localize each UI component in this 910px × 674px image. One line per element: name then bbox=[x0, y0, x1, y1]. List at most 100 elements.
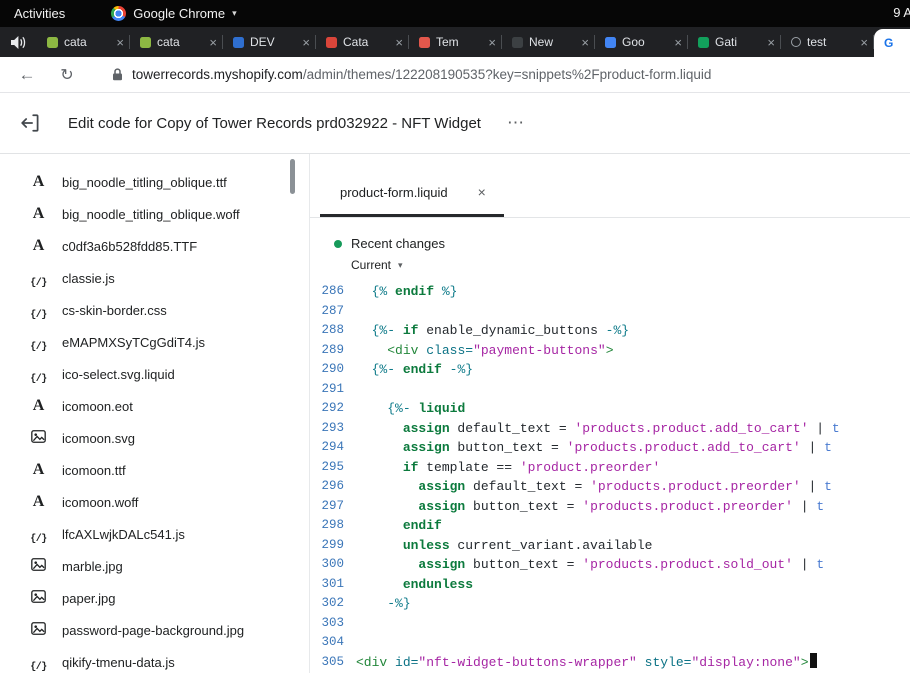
browser-tab[interactable]: cata× bbox=[37, 27, 130, 57]
code-line[interactable]: 300 assign button_text = 'products.produ… bbox=[310, 555, 910, 575]
file-item[interactable]: {/} eMAPMXSyTCgGdiT4.js bbox=[0, 326, 309, 358]
tab-close-icon[interactable]: × bbox=[767, 35, 775, 50]
code-line[interactable]: 299 unless current_variant.available bbox=[310, 536, 910, 556]
code-line[interactable]: 304 bbox=[310, 633, 910, 653]
file-item[interactable]: paper.jpg bbox=[0, 582, 309, 614]
browser-tab[interactable]: Cata × bbox=[316, 27, 409, 57]
editor-tab-product-form[interactable]: product-form.liquid × bbox=[320, 172, 504, 217]
file-item[interactable]: {/}ico-select.svg.liquid bbox=[0, 358, 309, 390]
page-title: Edit code for Copy of Tower Records prd0… bbox=[68, 115, 481, 132]
file-item[interactable]: {/}cs-skin-border.css bbox=[0, 294, 309, 326]
code-file-icon: {/} bbox=[30, 374, 47, 385]
browser-tabstrip-bar: cata×cata×DEV×Cata×Tem×New×Goo×Gati×test… bbox=[0, 27, 910, 57]
browser-tab[interactable]: Goo × bbox=[595, 27, 688, 57]
tab-close-icon[interactable]: × bbox=[395, 35, 403, 50]
browser-tab-title: Goo bbox=[622, 35, 668, 49]
file-item[interactable]: icomoon.svg bbox=[0, 422, 309, 454]
active-app-indicator[interactable]: Google Chrome ▾ bbox=[111, 6, 236, 21]
file-item[interactable]: {/}classie.js bbox=[0, 262, 309, 294]
code-line[interactable]: 302 -%} bbox=[310, 594, 910, 614]
file-item[interactable]: Abig_noodle_titling_oblique.ttf bbox=[0, 166, 309, 198]
reload-button[interactable]: ↻ bbox=[54, 65, 80, 85]
line-text: assign default_text = 'products.product.… bbox=[356, 419, 840, 439]
shopify-favicon bbox=[140, 37, 151, 48]
file-item[interactable]: Aicomoon.woff bbox=[0, 486, 309, 518]
site-favicon bbox=[419, 37, 430, 48]
exit-code-editor-icon[interactable] bbox=[20, 112, 42, 134]
code-line[interactable]: 288 {%- if enable_dynamic_buttons -%} bbox=[310, 321, 910, 341]
address-bar[interactable]: towerrecords.myshopify.com/admin/themes/… bbox=[132, 67, 711, 82]
tab-close-icon[interactable]: × bbox=[209, 35, 217, 50]
file-name: c0df3a6b528fdd85.TTF bbox=[62, 239, 197, 254]
version-dropdown[interactable]: Current ▾ bbox=[351, 258, 910, 272]
browser-tab[interactable]: DEV× bbox=[223, 27, 316, 57]
code-line[interactable]: 297 assign button_text = 'products.produ… bbox=[310, 497, 910, 517]
browser-tab[interactable]: Tem × bbox=[409, 27, 502, 57]
active-app-name: Google Chrome bbox=[133, 6, 225, 21]
recent-changes-label: Recent changes bbox=[351, 236, 445, 251]
code-line[interactable]: 303 bbox=[310, 614, 910, 634]
code-line[interactable]: 298 endif bbox=[310, 516, 910, 536]
file-item[interactable]: marble.jpg bbox=[0, 550, 309, 582]
tab-close-icon[interactable]: × bbox=[302, 35, 310, 50]
code-line[interactable]: 292 {%- liquid bbox=[310, 399, 910, 419]
code-line[interactable]: 301 endunless bbox=[310, 575, 910, 595]
file-item[interactable]: {/}lfcAXLwjkDALc541.js bbox=[0, 518, 309, 550]
content-area: Abig_noodle_titling_oblique.ttfAbig_nood… bbox=[0, 154, 910, 673]
browser-tab[interactable]: New× bbox=[502, 27, 595, 57]
more-options-icon[interactable]: ⋯ bbox=[507, 113, 525, 133]
line-text: {%- if enable_dynamic_buttons -%} bbox=[356, 321, 629, 341]
browser-tab-title: Cata bbox=[343, 35, 389, 49]
code-file-icon: {/} bbox=[30, 342, 47, 353]
chrome-logo-icon bbox=[111, 6, 126, 21]
code-line[interactable]: 287 bbox=[310, 302, 910, 322]
file-name: icomoon.eot bbox=[62, 399, 133, 414]
code-line[interactable]: 293 assign default_text = 'products.prod… bbox=[310, 419, 910, 439]
browser-tab[interactable]: Gati× bbox=[688, 27, 781, 57]
sidebar-scrollbar[interactable] bbox=[290, 159, 295, 194]
line-text: assign button_text = 'products.product.a… bbox=[356, 438, 832, 458]
file-item[interactable]: Aicomoon.ttf bbox=[0, 454, 309, 486]
tab-close-icon[interactable]: × bbox=[478, 184, 486, 200]
file-item[interactable]: Abig_noodle_titling_oblique.woff bbox=[0, 198, 309, 230]
file-name: eMAPMXSyTCgGdiT4.js bbox=[62, 335, 205, 350]
font-file-icon: A bbox=[30, 493, 47, 511]
file-item[interactable]: Aicomoon.eot bbox=[0, 390, 309, 422]
tab-close-icon[interactable]: × bbox=[581, 35, 589, 50]
code-line[interactable]: 294 assign button_text = 'products.produ… bbox=[310, 438, 910, 458]
chevron-down-icon: ▾ bbox=[398, 260, 403, 271]
browser-tab[interactable]: G bbox=[874, 29, 910, 57]
browser-tab-title: Tem bbox=[436, 35, 482, 49]
file-item[interactable]: {/}qikify-tmenu-data.js bbox=[0, 646, 309, 673]
browser-tab[interactable]: test× bbox=[781, 27, 874, 57]
recent-changes-row: Recent changes bbox=[334, 236, 910, 251]
tab-close-icon[interactable]: × bbox=[116, 35, 124, 50]
browser-tab[interactable]: cata× bbox=[130, 27, 223, 57]
code-line[interactable]: 290 {%- endif -%} bbox=[310, 360, 910, 380]
code-line[interactable]: 295 if template == 'product.preorder' bbox=[310, 458, 910, 478]
file-name: classie.js bbox=[62, 271, 115, 286]
system-clock[interactable]: 9 A bbox=[893, 5, 910, 20]
line-text: -%} bbox=[356, 594, 411, 614]
code-line[interactable]: 296 assign default_text = 'products.prod… bbox=[310, 477, 910, 497]
file-name: big_noodle_titling_oblique.ttf bbox=[62, 175, 227, 190]
padlock-icon[interactable] bbox=[112, 68, 123, 81]
code-line[interactable]: 289 <div class="payment-buttons"> bbox=[310, 341, 910, 361]
file-item[interactable]: Ac0df3a6b528fdd85.TTF bbox=[0, 230, 309, 262]
font-file-icon: A bbox=[30, 461, 47, 479]
tab-close-icon[interactable]: × bbox=[860, 35, 868, 50]
code-editor-panel: product-form.liquid × Recent changes Cur… bbox=[310, 154, 910, 673]
line-number: 286 bbox=[310, 282, 356, 302]
line-number: 297 bbox=[310, 497, 356, 517]
code-line[interactable]: 286 {% endif %} bbox=[310, 282, 910, 302]
tab-close-icon[interactable]: × bbox=[674, 35, 682, 50]
code-line[interactable]: 291 bbox=[310, 380, 910, 400]
file-item[interactable]: password-page-background.jpg bbox=[0, 614, 309, 646]
code-line[interactable]: 305<div id="nft-widget-buttons-wrapper" … bbox=[310, 653, 910, 673]
code-editor[interactable]: 286 {% endif %}287288 {%- if enable_dyna… bbox=[310, 282, 910, 672]
back-button[interactable]: ← bbox=[14, 65, 40, 85]
activities-button[interactable]: Activities bbox=[0, 0, 79, 27]
tab-close-icon[interactable]: × bbox=[488, 35, 496, 50]
file-list: Abig_noodle_titling_oblique.ttfAbig_nood… bbox=[0, 154, 310, 673]
image-file-icon bbox=[30, 590, 47, 606]
